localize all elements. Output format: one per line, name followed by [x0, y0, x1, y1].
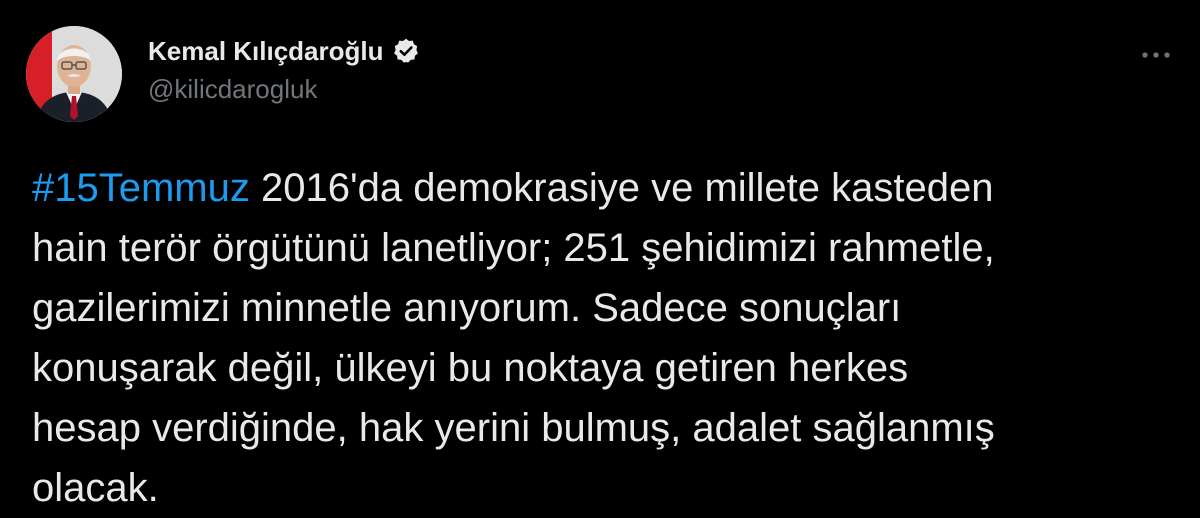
tweet-line-1: #15Temmuz 2016'da demokrasiye ve millete…	[32, 158, 1182, 218]
tweet-line-3: gazilerimizi minnetle anıyorum. Sadece s…	[32, 286, 902, 330]
profile-photo-icon	[26, 26, 122, 122]
verified-badge-icon	[392, 37, 420, 65]
hashtag-link[interactable]: #15Temmuz	[32, 166, 250, 210]
avatar[interactable]	[26, 26, 122, 122]
more-options-button[interactable]	[1136, 40, 1176, 70]
tweet-line-1-text: 2016'da demokrasiye ve millete kasteden	[249, 166, 994, 210]
display-name[interactable]: Kemal Kılıçdaroğlu	[148, 36, 384, 67]
more-horizontal-icon	[1142, 52, 1170, 58]
tweet-line-5: hesap verdiğinde, hak yerini bulmuş, ada…	[32, 406, 995, 450]
user-handle[interactable]: @kilicdarogluk	[148, 74, 420, 105]
name-row: Kemal Kılıçdaroğlu	[148, 34, 420, 68]
tweet-line-4: konuşarak değil, ülkeyi bu noktaya getir…	[32, 346, 909, 390]
tweet-card: Kemal Kılıçdaroğlu @kilicdarogluk #15Tem…	[0, 0, 1200, 514]
tweet-line-2: hain terör örgütünü lanetliyor; 251 şehi…	[32, 226, 995, 270]
tweet-line-6: olacak.	[32, 466, 159, 510]
author-block: Kemal Kılıçdaroğlu @kilicdarogluk	[148, 34, 420, 105]
tweet-text: #15Temmuz 2016'da demokrasiye ve millete…	[32, 158, 1182, 518]
